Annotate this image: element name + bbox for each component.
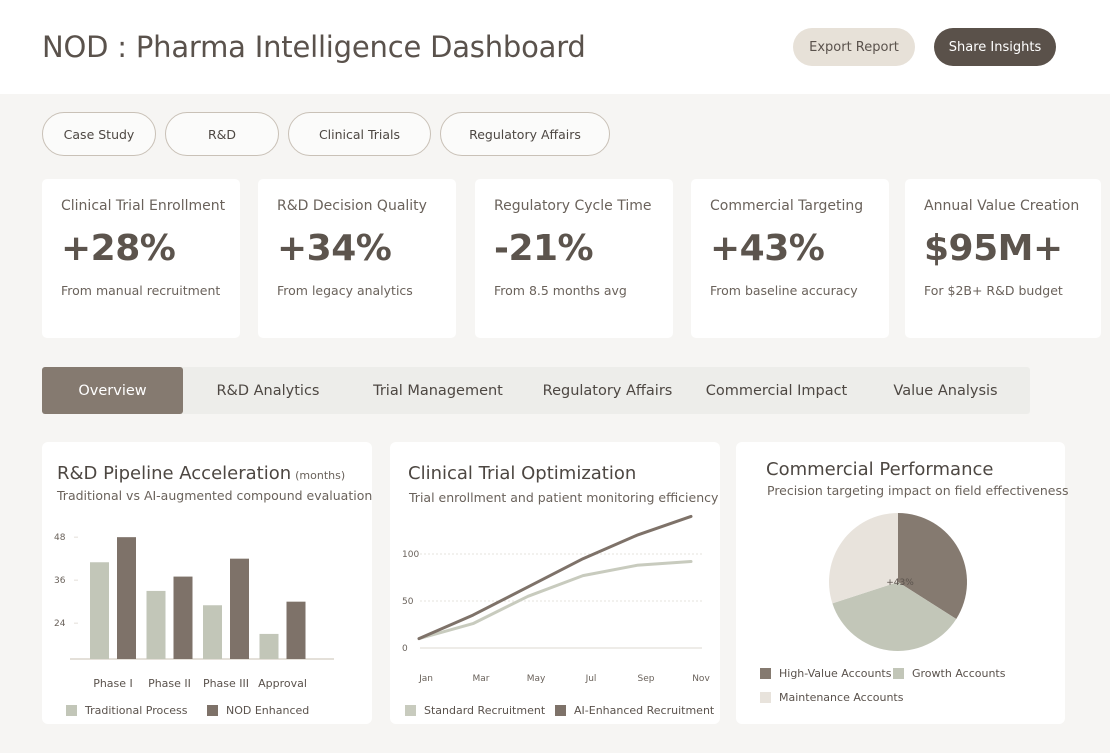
kpi-subtext: From baseline accuracy <box>710 283 858 298</box>
legend-swatch <box>66 705 77 716</box>
legend-item-maintenance: Maintenance Accounts <box>760 691 903 704</box>
legend-label: Maintenance Accounts <box>779 691 904 704</box>
x-tick-label: Phase III <box>203 677 249 690</box>
filter-chip-rd[interactable]: R&D <box>165 112 279 156</box>
bar-traditional <box>259 633 279 659</box>
page-title: NOD : Pharma Intelligence Dashboard <box>42 30 586 64</box>
bar-traditional <box>203 605 222 659</box>
view-tabs: Overview R&D Analytics Trial Management … <box>42 367 1030 414</box>
bar-enhanced <box>286 601 306 659</box>
bar-enhanced <box>117 537 136 659</box>
legend-item-enhanced: NOD Enhanced <box>207 704 309 717</box>
legend-label: AI-Enhanced Recruitment <box>574 704 715 717</box>
kpi-subtext: From legacy analytics <box>277 283 413 298</box>
legend-item-high-value: High-Value Accounts <box>760 667 891 680</box>
chart-subtitle: Precision targeting impact on field effe… <box>767 483 1069 498</box>
kpi-label: Clinical Trial Enrollment <box>61 198 226 214</box>
legend-swatch <box>207 705 218 716</box>
top-bar: NOD : Pharma Intelligence Dashboard Expo… <box>0 0 1110 94</box>
pipeline-chart-card: 24 36 48 Phase I Phase II Phase III Approval R… <box>42 442 372 724</box>
kpi-value: +28% <box>61 228 176 269</box>
chart-title-text: R&D Pipeline Acceleration <box>57 463 292 484</box>
kpi-value: +34% <box>277 228 392 269</box>
x-tick-label: Nov <box>692 674 710 684</box>
legend-label: NOD Enhanced <box>226 704 310 717</box>
pie-center-label: +43% <box>886 578 914 588</box>
y-tick-label: 50 <box>402 597 414 607</box>
kpi-subtext: From 8.5 months avg <box>494 283 627 298</box>
kpi-label: R&D Decision Quality <box>277 198 427 214</box>
tab-value-analysis[interactable]: Value Analysis <box>861 367 1030 414</box>
chart-subtitle: Traditional vs AI-augmented compound eva… <box>57 488 373 503</box>
tab-regulatory-affairs[interactable]: Regulatory Affairs <box>523 367 692 414</box>
kpi-label: Commercial Targeting <box>710 198 864 214</box>
filter-chip-clinical-trials[interactable]: Clinical Trials <box>288 112 431 156</box>
bar-traditional <box>146 590 166 659</box>
legend-item-traditional: Traditional Process <box>66 704 188 717</box>
trial-line-chart: 0 50 100 Jan Mar May Jul Sep Nov <box>402 514 710 684</box>
legend-label: Standard Recruitment <box>424 704 546 717</box>
tab-trial-management[interactable]: Trial Management <box>353 367 523 414</box>
x-tick-label: Phase II <box>148 677 191 690</box>
y-tick-label: 0 <box>402 644 408 654</box>
bar-enhanced <box>230 558 249 659</box>
y-tick-label: 36 <box>54 576 66 586</box>
legend-label: Growth Accounts <box>912 667 1006 680</box>
kpi-value: +43% <box>710 228 825 269</box>
legend-swatch <box>760 692 771 703</box>
kpi-card-commercial-targeting: Commercial Targeting +43% From baseline … <box>691 179 889 338</box>
y-tick-label: 100 <box>402 550 419 560</box>
chart-title: Clinical Trial Optimization <box>408 463 637 484</box>
filter-chip-case-study[interactable]: Case Study <box>42 112 156 156</box>
legend-label: High-Value Accounts <box>779 667 892 680</box>
x-tick-label: Jul <box>585 674 597 684</box>
kpi-value: $95M+ <box>924 228 1063 269</box>
trial-chart-card: 0 50 100 Jan Mar May Jul Sep Nov Clinical Trial … <box>390 442 720 724</box>
kpi-subtext: From manual recruitment <box>61 283 221 298</box>
kpi-value: -21% <box>494 228 594 269</box>
tab-overview[interactable]: Overview <box>42 367 183 414</box>
kpi-card-enrollment: Clinical Trial Enrollment +28% From manu… <box>42 179 240 338</box>
chart-title-unit: (months) <box>295 469 346 482</box>
tab-commercial-impact[interactable]: Commercial Impact <box>692 367 861 414</box>
y-tick-label: 24 <box>54 619 66 629</box>
kpi-label: Regulatory Cycle Time <box>494 198 652 214</box>
series-line-ai-enhanced <box>417 514 693 641</box>
y-tick-label: 48 <box>54 533 66 543</box>
x-tick-label: Phase I <box>93 677 133 690</box>
filter-chip-regulatory-affairs[interactable]: Regulatory Affairs <box>440 112 610 156</box>
legend-swatch <box>893 668 904 679</box>
kpi-card-annual-value: Annual Value Creation $95M+ For $2B+ R&D… <box>905 179 1101 338</box>
tab-rd-analytics[interactable]: R&D Analytics <box>183 367 353 414</box>
legend-item-standard: Standard Recruitment <box>405 704 545 717</box>
legend-swatch <box>760 668 771 679</box>
chart-title: Commercial Performance <box>766 459 994 480</box>
legend-swatch <box>405 705 416 716</box>
x-tick-label: Approval <box>258 677 307 690</box>
pipeline-bar-chart: 24 36 48 Phase I Phase II Phase III Approval <box>54 533 334 690</box>
kpi-card-regulatory-cycle: Regulatory Cycle Time -21% From 8.5 mont… <box>475 179 673 338</box>
bar-traditional <box>90 562 109 659</box>
legend-item-growth: Growth Accounts <box>893 667 1005 680</box>
filter-chip-bar: Case Study R&D Clinical Trials Regulator… <box>42 112 610 156</box>
x-tick-label: Sep <box>638 674 655 684</box>
x-tick-label: Mar <box>473 674 490 684</box>
legend-swatch <box>555 705 566 716</box>
x-tick-label: Jan <box>418 674 433 684</box>
chart-title: R&D Pipeline Acceleration (months) <box>57 463 345 484</box>
legend-label: Traditional Process <box>85 704 188 717</box>
export-report-button[interactable]: Export Report <box>793 28 915 66</box>
chart-subtitle: Trial enrollment and patient monitoring … <box>409 490 719 505</box>
x-tick-label: May <box>527 674 546 684</box>
share-insights-button[interactable]: Share Insights <box>934 28 1056 66</box>
bar-enhanced <box>173 576 193 659</box>
kpi-subtext: For $2B+ R&D budget <box>924 283 1063 298</box>
kpi-card-decision-quality: R&D Decision Quality +34% From legacy an… <box>258 179 456 338</box>
legend-item-ai-enhanced: AI-Enhanced Recruitment <box>555 704 714 717</box>
commercial-chart-card: +43% Commercial Performance Precision ta… <box>736 442 1069 724</box>
kpi-label: Annual Value Creation <box>924 198 1080 214</box>
